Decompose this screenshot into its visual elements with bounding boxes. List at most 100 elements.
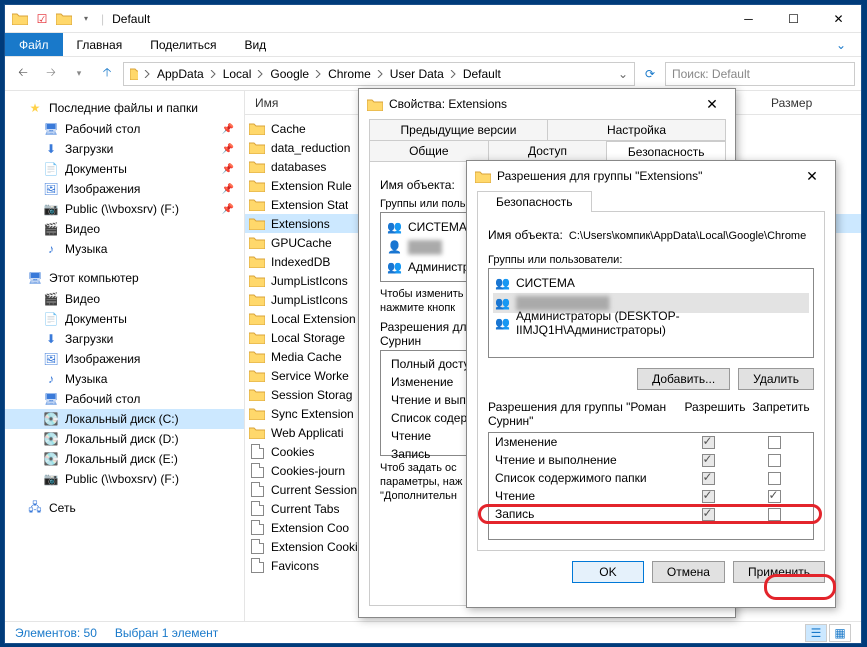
add-button[interactable]: Добавить...: [637, 368, 730, 390]
nav-forward: 🡢: [39, 62, 63, 86]
sidebar-item[interactable]: 📄Документы📌: [5, 159, 244, 179]
chevron-right-icon[interactable]: [144, 70, 151, 78]
deny-checkbox[interactable]: [768, 454, 781, 467]
user-row[interactable]: 👥Администраторы (DESKTOP-IIMJQ1H\Админис…: [493, 313, 809, 333]
quick-access-header[interactable]: ★Последние файлы и папки: [5, 97, 244, 119]
item-icon: ⬇: [43, 141, 59, 157]
sidebar-item[interactable]: 🎬Видео: [5, 289, 244, 309]
file-icon: [249, 501, 265, 517]
users-icon: 👥: [495, 296, 510, 310]
chevron-right-icon[interactable]: [315, 70, 322, 78]
crumb-dropdown[interactable]: ⌄: [614, 67, 632, 81]
allow-checkbox[interactable]: [702, 490, 715, 503]
folder-icon: [249, 140, 265, 156]
pin-icon: 📌: [222, 124, 234, 135]
sidebar-item[interactable]: ⬇Загрузки: [5, 329, 244, 349]
allow-checkbox[interactable]: [702, 436, 715, 449]
pc-icon: 🖥: [27, 270, 43, 286]
tab[interactable]: Предыдущие версии: [369, 119, 548, 141]
column-size[interactable]: Размер: [761, 96, 861, 110]
sidebar-item[interactable]: 🖥Рабочий стол📌: [5, 119, 244, 139]
ribbon-tab[interactable]: Главная: [63, 33, 137, 56]
close-button[interactable]: ✕: [816, 5, 861, 33]
this-pc-header[interactable]: 🖥Этот компьютер: [5, 267, 244, 289]
tab[interactable]: Доступ: [488, 140, 608, 162]
nav-up[interactable]: 🡡: [95, 62, 119, 86]
allow-checkbox[interactable]: [702, 454, 715, 467]
maximize-button[interactable]: ☐: [771, 5, 816, 33]
sidebar-item[interactable]: 🖼Изображения📌: [5, 179, 244, 199]
tab[interactable]: Общие: [369, 140, 489, 162]
item-icon: 🎬: [43, 221, 59, 237]
ribbon-tab[interactable]: Поделиться: [136, 33, 230, 56]
folder-icon: [249, 121, 265, 137]
folder-icon: [249, 178, 265, 194]
deny-checkbox[interactable]: [768, 472, 781, 485]
view-details-button[interactable]: ☰: [805, 624, 827, 642]
search-input[interactable]: Поиск: Default: [665, 62, 855, 86]
tab[interactable]: Настройка: [547, 119, 726, 141]
apply-button[interactable]: Применить: [733, 561, 825, 583]
refresh-button[interactable]: ⟳: [639, 62, 661, 86]
crumb[interactable]: AppData: [153, 67, 208, 81]
chevron-right-icon[interactable]: [210, 70, 217, 78]
network-icon: 🖧: [27, 500, 43, 516]
nav-history[interactable]: ▾: [67, 62, 91, 86]
statusbar: Элементов: 50 Выбран 1 элемент ☰ ▦: [5, 621, 861, 643]
qat-dropdown[interactable]: ▾: [77, 10, 95, 28]
view-icons-button[interactable]: ▦: [829, 624, 851, 642]
status-selection: Выбран 1 элемент: [115, 626, 218, 640]
pin-icon: 📌: [222, 164, 234, 175]
qat-properties-icon[interactable]: ☑: [33, 10, 51, 28]
crumb[interactable]: Local: [219, 67, 256, 81]
crumb[interactable]: User Data: [386, 67, 448, 81]
permission-row: Изменение: [489, 433, 813, 451]
ok-button[interactable]: OK: [572, 561, 644, 583]
allow-checkbox[interactable]: [702, 472, 715, 485]
deny-checkbox[interactable]: [768, 490, 781, 503]
chevron-right-icon[interactable]: [377, 70, 384, 78]
sidebar-item[interactable]: ♪Музыка: [5, 369, 244, 389]
sidebar-item[interactable]: ⬇Загрузки📌: [5, 139, 244, 159]
sidebar-item[interactable]: 📄Документы: [5, 309, 244, 329]
sidebar-item[interactable]: 💽Локальный диск (D:): [5, 429, 244, 449]
minimize-button[interactable]: ─: [726, 5, 771, 33]
sidebar-item[interactable]: 🖼Изображения: [5, 349, 244, 369]
network-header[interactable]: 🖧Сеть: [5, 497, 244, 519]
sidebar-item[interactable]: 🎬Видео: [5, 219, 244, 239]
sidebar-item[interactable]: 💽Локальный диск (E:): [5, 449, 244, 469]
sidebar-item[interactable]: 📷Public (\\vboxsrv) (F:): [5, 469, 244, 489]
breadcrumb[interactable]: AppData Local Google Chrome User Data De…: [123, 62, 635, 86]
nav-back[interactable]: 🡠: [11, 62, 35, 86]
crumb[interactable]: Google: [266, 67, 313, 81]
permissions-for-label: Разрешения для группы "Роман Сурнин": [488, 400, 682, 428]
crumb[interactable]: Chrome: [324, 67, 375, 81]
folder-icon: [249, 425, 265, 441]
ribbon-file-tab[interactable]: Файл: [5, 33, 63, 56]
ribbon-expand[interactable]: ⌄: [821, 33, 861, 56]
chevron-right-icon[interactable]: [257, 70, 264, 78]
folder-icon: [367, 96, 383, 112]
deny-checkbox[interactable]: [768, 436, 781, 449]
sidebar-item[interactable]: 🖥Рабочий стол: [5, 389, 244, 409]
deny-checkbox[interactable]: [768, 508, 781, 521]
cancel-button[interactable]: Отмена: [652, 561, 725, 583]
tab-security[interactable]: Безопасность: [477, 191, 592, 212]
permission-row: Запись: [489, 505, 813, 523]
item-icon: ♪: [43, 371, 59, 387]
file-icon: [249, 558, 265, 574]
allow-checkbox[interactable]: [702, 508, 715, 521]
sidebar-item[interactable]: ♪Музыка: [5, 239, 244, 259]
chevron-right-icon[interactable]: [450, 70, 457, 78]
sidebar-item[interactable]: 📷Public (\\vboxsrv) (F:)📌: [5, 199, 244, 219]
close-icon[interactable]: ✕: [697, 96, 727, 113]
sidebar-item[interactable]: 💽Локальный диск (C:): [5, 409, 244, 429]
item-icon: 🎬: [43, 291, 59, 307]
close-icon[interactable]: ✕: [797, 168, 827, 185]
remove-button[interactable]: Удалить: [738, 368, 814, 390]
status-count: Элементов: 50: [15, 626, 97, 640]
user-row[interactable]: 👥СИСТЕМА: [493, 273, 809, 293]
crumb[interactable]: Default: [459, 67, 505, 81]
file-icon: [249, 539, 265, 555]
ribbon-tab[interactable]: Вид: [230, 33, 280, 56]
